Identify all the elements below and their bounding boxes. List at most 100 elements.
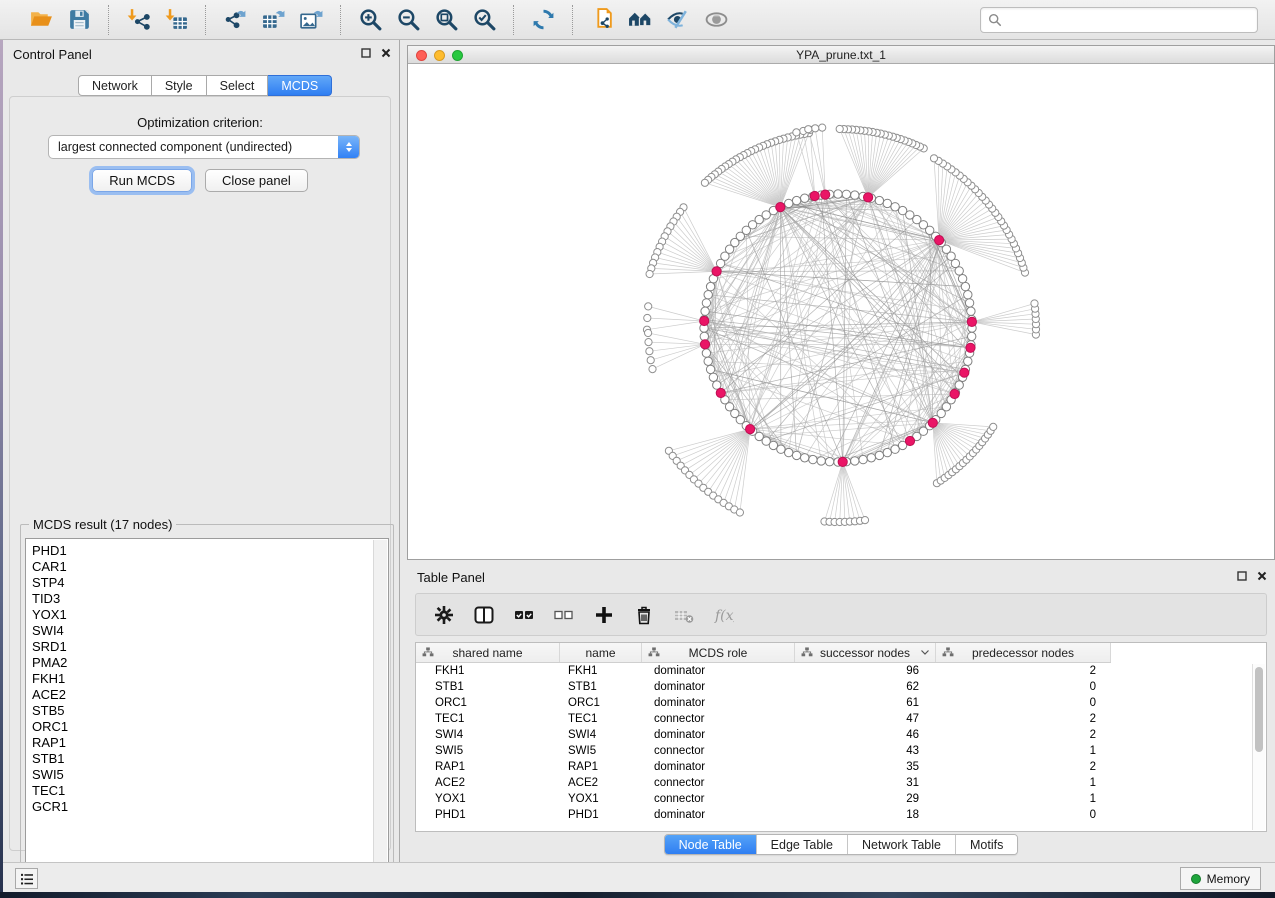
float-table-panel-icon[interactable] xyxy=(1237,571,1247,581)
tab-motifs[interactable]: Motifs xyxy=(955,835,1017,854)
table-row[interactable]: ACE2ACE2connector311 xyxy=(416,775,1252,791)
add-column-button[interactable] xyxy=(594,605,614,625)
deselect-all-icon xyxy=(554,605,574,625)
column-header-MCDS-role[interactable]: MCDS role xyxy=(642,643,795,662)
close-panel-icon[interactable] xyxy=(381,48,391,58)
result-node[interactable]: YOX1 xyxy=(32,607,368,623)
deselect-all-button[interactable] xyxy=(554,605,574,625)
node-table-header: shared name name MCDS rolesuccessor nodesp… xyxy=(416,643,1111,663)
table-row[interactable]: FKH1FKH1dominator962 xyxy=(416,663,1252,679)
node-attribute-icon xyxy=(942,647,954,657)
table-row[interactable]: TEC1TEC1connector472 xyxy=(416,711,1252,727)
table-cell: 1 xyxy=(936,777,1111,789)
select-all-button[interactable] xyxy=(514,605,534,625)
zoom-selected-icon xyxy=(472,7,497,32)
table-row[interactable]: YOX1YOX1connector291 xyxy=(416,791,1252,807)
cytoscape-app: Control Panel NetworkStyleSelectMCDS Opt… xyxy=(0,0,1275,898)
result-node[interactable]: TEC1 xyxy=(32,783,368,799)
memory-button[interactable]: Memory xyxy=(1180,867,1261,890)
apply-layout-button[interactable] xyxy=(528,5,558,35)
search-input[interactable] xyxy=(1007,12,1250,28)
node-table[interactable]: shared name name MCDS rolesuccessor nodesp… xyxy=(415,642,1267,832)
close-table-panel-icon[interactable] xyxy=(1257,571,1267,581)
zoom-selected-button[interactable] xyxy=(469,5,499,35)
column-header-shared-name[interactable]: shared name xyxy=(416,643,560,662)
table-row[interactable]: SWI5SWI5connector431 xyxy=(416,743,1252,759)
result-node[interactable]: SWI5 xyxy=(32,767,368,783)
delete-table-button[interactable] xyxy=(674,605,694,625)
tab-network[interactable]: Network xyxy=(78,75,152,96)
export-network-button[interactable] xyxy=(220,5,250,35)
result-node[interactable]: PHD1 xyxy=(32,543,368,559)
export-image-button[interactable] xyxy=(296,5,326,35)
import-table-button[interactable] xyxy=(161,5,191,35)
table-row[interactable]: SWI4SWI4dominator462 xyxy=(416,727,1252,743)
show-all-button[interactable] xyxy=(701,5,731,35)
tab-edge-table[interactable]: Edge Table xyxy=(756,835,847,854)
table-scrollbar-thumb[interactable] xyxy=(1255,667,1263,752)
search-box[interactable] xyxy=(980,7,1258,33)
tab-network-table[interactable]: Network Table xyxy=(847,835,955,854)
result-node[interactable]: STB1 xyxy=(32,751,368,767)
tab-mcds[interactable]: MCDS xyxy=(268,75,332,96)
tab-style[interactable]: Style xyxy=(152,75,207,96)
network-view-window: YPA_prune.txt_1 xyxy=(407,45,1275,560)
table-cell: FKH1 xyxy=(416,665,560,677)
result-node[interactable]: STP4 xyxy=(32,575,368,591)
node-attribute-icon xyxy=(422,647,434,657)
dropdown-stepper-icon xyxy=(338,136,359,158)
table-cell: 62 xyxy=(795,681,936,693)
tab-node-table[interactable]: Node Table xyxy=(665,835,756,854)
table-cell: 29 xyxy=(795,793,936,805)
result-node[interactable]: FKH1 xyxy=(32,671,368,687)
table-row[interactable]: PHD1PHD1dominator180 xyxy=(416,807,1252,823)
result-list-scrollbar[interactable] xyxy=(373,540,387,889)
mcds-result-list[interactable]: PHD1CAR1STP4TID3YOX1SWI4SRD1PMA2FKH1ACE2… xyxy=(25,538,389,891)
result-node[interactable]: RAP1 xyxy=(32,735,368,751)
zoom-fit-icon xyxy=(434,7,459,32)
export-table-button[interactable] xyxy=(258,5,288,35)
run-mcds-button[interactable]: Run MCDS xyxy=(92,169,192,192)
zoom-out-button[interactable] xyxy=(393,5,423,35)
table-scrollbar[interactable] xyxy=(1252,664,1265,830)
result-node[interactable]: SRD1 xyxy=(32,639,368,655)
close-panel-button[interactable]: Close panel xyxy=(205,169,308,192)
function-builder-button[interactable]: f(x) xyxy=(714,605,734,625)
save-session-button[interactable] xyxy=(64,5,94,35)
apply-layout-icon xyxy=(531,7,556,32)
open-file-button[interactable] xyxy=(26,5,56,35)
result-node[interactable]: PMA2 xyxy=(32,655,368,671)
result-node[interactable]: SWI4 xyxy=(32,623,368,639)
import-network-button[interactable] xyxy=(123,5,153,35)
first-neighbors-button[interactable] xyxy=(625,5,655,35)
clone-network-button[interactable] xyxy=(587,5,617,35)
column-header-predecessor-nodes[interactable]: predecessor nodes xyxy=(936,643,1111,662)
result-node[interactable]: GCR1 xyxy=(32,799,368,815)
result-node[interactable]: TID3 xyxy=(32,591,368,607)
column-label: name xyxy=(585,646,615,660)
import-table-icon xyxy=(164,7,189,32)
settings-gear-button[interactable] xyxy=(434,605,454,625)
column-header-name[interactable]: name xyxy=(560,643,642,662)
result-node[interactable]: ACE2 xyxy=(32,687,368,703)
column-header-successor-nodes[interactable]: successor nodes xyxy=(795,643,936,662)
result-node[interactable]: ORC1 xyxy=(32,719,368,735)
delete-button[interactable] xyxy=(634,605,654,625)
network-canvas[interactable] xyxy=(408,64,1274,559)
table-row[interactable]: STB1STB1dominator620 xyxy=(416,679,1252,695)
task-history-button[interactable] xyxy=(15,868,38,889)
tab-select[interactable]: Select xyxy=(207,75,269,96)
memory-status-icon xyxy=(1191,874,1201,884)
network-window-titlebar[interactable]: YPA_prune.txt_1 xyxy=(408,46,1274,64)
hide-selected-button[interactable] xyxy=(663,5,693,35)
table-cell: STB1 xyxy=(416,681,560,693)
optimization-criterion-dropdown[interactable]: largest connected component (undirected) xyxy=(48,135,360,159)
zoom-in-button[interactable] xyxy=(355,5,385,35)
result-node[interactable]: CAR1 xyxy=(32,559,368,575)
table-row[interactable]: ORC1ORC1dominator610 xyxy=(416,695,1252,711)
result-node[interactable]: STB5 xyxy=(32,703,368,719)
table-row[interactable]: RAP1RAP1dominator352 xyxy=(416,759,1252,775)
zoom-fit-button[interactable] xyxy=(431,5,461,35)
float-panel-icon[interactable] xyxy=(361,48,371,58)
column-visibility-button[interactable] xyxy=(474,605,494,625)
